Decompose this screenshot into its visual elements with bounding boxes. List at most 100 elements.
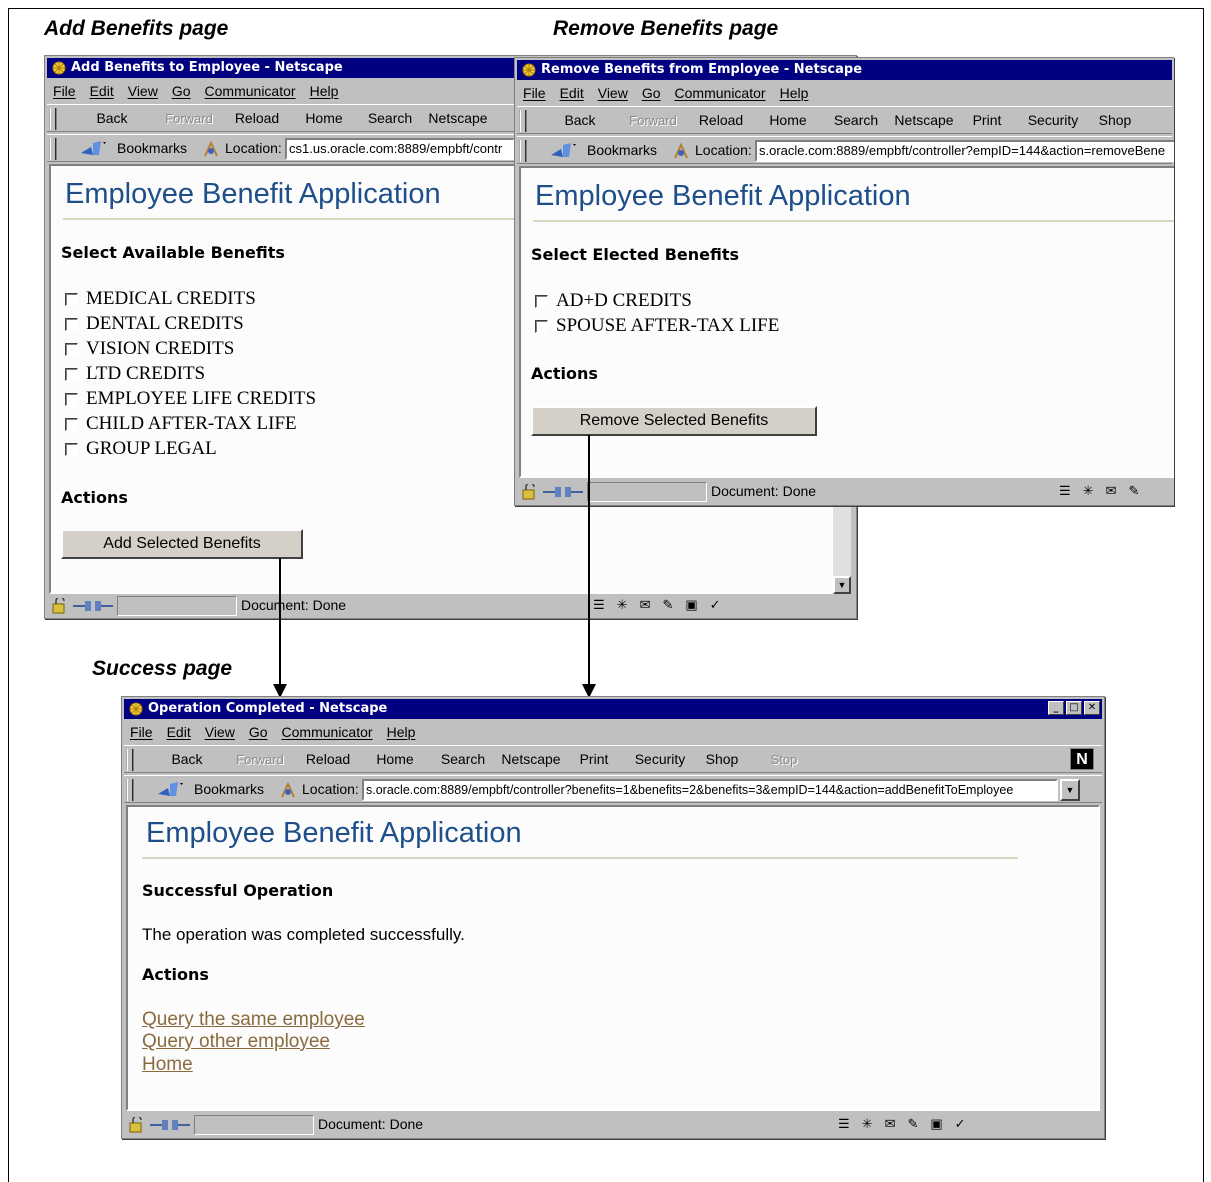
location-input[interactable]: cs1.us.oracle.com:8889/empbft/contr [285, 138, 515, 160]
discussion-icon[interactable]: ✎ [1128, 483, 1139, 499]
menu-go[interactable]: Go [172, 83, 191, 99]
menu-file[interactable]: File [523, 85, 546, 101]
reload-button[interactable]: Reload [302, 751, 354, 767]
netscape-throbber-icon[interactable]: N [1070, 748, 1094, 770]
security-lock-icon[interactable] [521, 484, 539, 500]
toolbar-grip[interactable] [519, 140, 527, 162]
benefit-checkbox-row[interactable]: MEDICAL CREDITS [65, 288, 256, 310]
forward-button[interactable]: Forward [157, 111, 221, 126]
location-input[interactable]: s.oracle.com:8889/empbft/controller?empI… [755, 140, 1174, 162]
maximize-button[interactable]: □ [1066, 701, 1082, 715]
menu-communicator[interactable]: Communicator [675, 85, 766, 101]
back-button[interactable]: Back [559, 112, 601, 128]
home-button[interactable]: Home [301, 110, 347, 126]
security-button[interactable]: Security [1023, 112, 1083, 128]
benefit-checkbox-row[interactable]: SPOUSE AFTER-TAX LIFE [535, 315, 779, 337]
shop-button[interactable]: Shop [702, 751, 742, 767]
toolbar-grip[interactable] [49, 108, 57, 130]
security-lock-icon[interactable] [128, 1117, 146, 1133]
location-input[interactable]: s.oracle.com:8889/empbft/controller?bene… [362, 779, 1058, 801]
forward-button[interactable]: Forward [230, 752, 290, 767]
query-same-employee-link[interactable]: Query the same employee [142, 1009, 365, 1031]
home-link[interactable]: Home [142, 1054, 193, 1076]
bookmarks-label[interactable]: Bookmarks [194, 781, 264, 797]
back-button[interactable]: Back [91, 110, 133, 126]
home-button[interactable]: Home [372, 751, 418, 767]
back-button[interactable]: Back [166, 751, 208, 767]
menu-communicator[interactable]: Communicator [282, 724, 373, 740]
add-selected-benefits-button[interactable]: Add Selected Benefits [61, 529, 303, 559]
menu-go[interactable]: Go [642, 85, 661, 101]
benefit-checkbox-row[interactable]: GROUP LEGAL [65, 438, 217, 460]
netscape-star-icon[interactable]: ✳ [1083, 483, 1094, 499]
composer-icon[interactable]: ▣ [930, 1116, 942, 1132]
checkbox[interactable] [535, 294, 548, 308]
scroll-down-arrow[interactable]: ▼ [833, 576, 851, 594]
mail-icon[interactable]: ✉ [640, 597, 651, 613]
bookmarks-icon[interactable] [549, 141, 579, 161]
netscape-button[interactable]: Netscape [891, 112, 957, 128]
query-other-employee-link[interactable]: Query other employee [142, 1031, 330, 1053]
menu-go[interactable]: Go [249, 724, 268, 740]
netscape-button[interactable]: Netscape [425, 110, 491, 126]
checkbox[interactable] [535, 319, 548, 333]
bookmarks-icon[interactable] [79, 139, 109, 159]
navigator-icon[interactable]: ☰ [1059, 483, 1071, 499]
menu-view[interactable]: View [598, 85, 628, 101]
benefit-checkbox-row[interactable]: LTD CREDITS [65, 363, 205, 385]
bookmarks-label[interactable]: Bookmarks [117, 140, 187, 156]
benefit-checkbox-row[interactable]: VISION CREDITS [65, 338, 234, 360]
search-button[interactable]: Search [365, 110, 415, 126]
edit-icon[interactable]: ✓ [710, 597, 721, 613]
location-dropdown-arrow[interactable]: ▼ [1060, 779, 1080, 801]
toolbar-grip[interactable] [49, 138, 57, 160]
navigator-icon[interactable]: ☰ [838, 1116, 850, 1132]
menu-file[interactable]: File [130, 724, 153, 740]
checkbox[interactable] [65, 292, 78, 306]
netscape-star-icon[interactable]: ✳ [617, 597, 628, 613]
menu-edit[interactable]: Edit [90, 83, 114, 99]
checkbox[interactable] [65, 317, 78, 331]
benefit-checkbox-row[interactable]: EMPLOYEE LIFE CREDITS [65, 388, 316, 410]
bookmarks-label[interactable]: Bookmarks [587, 142, 657, 158]
netscape-star-icon[interactable]: ✳ [862, 1116, 873, 1132]
home-button[interactable]: Home [765, 112, 811, 128]
mail-icon[interactable]: ✉ [1106, 483, 1117, 499]
reload-button[interactable]: Reload [695, 112, 747, 128]
print-button[interactable]: Print [969, 112, 1005, 128]
minimize-button[interactable]: _ [1048, 701, 1064, 715]
search-button[interactable]: Search [438, 751, 488, 767]
benefit-checkbox-row[interactable]: DENTAL CREDITS [65, 313, 244, 335]
menu-file[interactable]: File [53, 83, 76, 99]
discussion-icon[interactable]: ✎ [907, 1116, 918, 1132]
menu-help[interactable]: Help [310, 83, 339, 99]
composer-icon[interactable]: ▣ [685, 597, 697, 613]
menu-view[interactable]: View [128, 83, 158, 99]
edit-icon[interactable]: ✓ [955, 1116, 966, 1132]
benefit-checkbox-row[interactable]: AD+D CREDITS [535, 290, 692, 312]
checkbox[interactable] [65, 342, 78, 356]
print-button[interactable]: Print [576, 751, 612, 767]
bookmarks-icon[interactable] [156, 780, 186, 800]
remove-selected-benefits-button[interactable]: Remove Selected Benefits [531, 406, 817, 436]
checkbox[interactable] [65, 367, 78, 381]
reload-button[interactable]: Reload [231, 110, 283, 126]
shop-button[interactable]: Shop [1095, 112, 1135, 128]
stop-button[interactable]: Stop [764, 752, 804, 767]
navigator-icon[interactable]: ☰ [593, 597, 605, 613]
forward-button[interactable]: Forward [623, 113, 683, 128]
security-lock-icon[interactable] [51, 598, 69, 614]
close-button[interactable]: ✕ [1084, 701, 1100, 715]
search-button[interactable]: Search [831, 112, 881, 128]
menu-view[interactable]: View [205, 724, 235, 740]
security-button[interactable]: Security [630, 751, 690, 767]
benefit-checkbox-row[interactable]: CHILD AFTER-TAX LIFE [65, 413, 297, 435]
menu-edit[interactable]: Edit [560, 85, 584, 101]
toolbar-grip[interactable] [126, 749, 134, 771]
menu-help[interactable]: Help [780, 85, 809, 101]
checkbox[interactable] [65, 392, 78, 406]
menu-help[interactable]: Help [387, 724, 416, 740]
checkbox[interactable] [65, 417, 78, 431]
toolbar-grip[interactable] [519, 110, 527, 132]
checkbox[interactable] [65, 442, 78, 456]
